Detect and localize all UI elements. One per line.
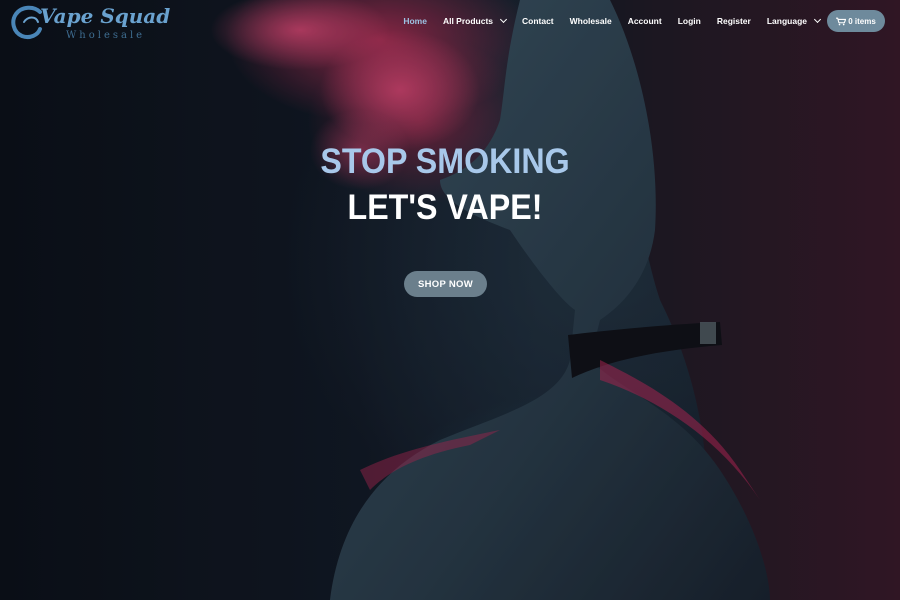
nav-item-register[interactable]: Register (717, 16, 751, 26)
brand-logo[interactable]: Vape Squad Wholesale (10, 2, 170, 44)
shop-now-label: SHOP NOW (417, 278, 473, 290)
shop-now-button[interactable]: SHOP NOW (404, 271, 487, 297)
nav-item-label: Contact (522, 16, 554, 26)
nav-item-all-products[interactable]: All Products (442, 15, 508, 26)
hero-photo-figure (0, 0, 900, 600)
nav-item-label: Wholesale (569, 16, 612, 26)
nav-item-language[interactable]: Language (766, 15, 822, 26)
shopping-cart-icon (836, 17, 847, 25)
chevron-down-icon (499, 15, 508, 24)
chevron-down-icon (813, 15, 822, 24)
main-navigation: Home All Products Contact Wholesale Acco… (387, 14, 822, 28)
nav-item-wholesale[interactable]: Wholesale (570, 16, 612, 26)
hero-headline-bottom: LET'S VAPE! (347, 188, 543, 227)
hero-background (0, 0, 900, 600)
nav-item-account[interactable]: Account (628, 16, 662, 26)
nav-item-contact[interactable]: Contact (522, 16, 554, 26)
hero-headline-top: STOP SMOKING (320, 142, 570, 181)
nav-item-label: Language (766, 16, 807, 26)
nav-item-label: Account (627, 16, 662, 26)
cart-count-label: 0 items (848, 16, 876, 26)
nav-item-label: All Products (442, 16, 493, 26)
nav-item-home[interactable]: Home (403, 16, 427, 26)
logo-title: Vape Squad (40, 4, 171, 28)
nav-item-label: Register (716, 16, 751, 26)
logo-subtitle: Wholesale (66, 30, 146, 41)
nav-item-login[interactable]: Login (678, 16, 701, 26)
nav-item-label: Home (403, 16, 427, 26)
nav-item-label: Login (677, 16, 701, 26)
cart-button[interactable]: 0 items (827, 10, 885, 32)
